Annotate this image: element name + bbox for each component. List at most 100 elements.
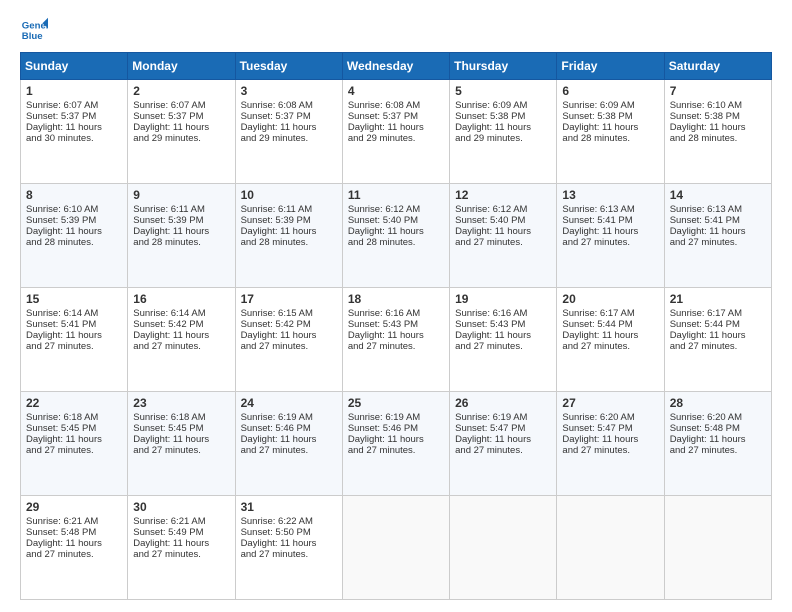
day-number: 25 [348, 396, 444, 410]
day-info-line: Daylight: 11 hours [455, 122, 551, 133]
day-header-friday: Friday [557, 53, 664, 80]
day-info-line: Sunset: 5:48 PM [670, 423, 766, 434]
day-info-line: Sunset: 5:43 PM [348, 319, 444, 330]
day-info-line: Sunrise: 6:19 AM [455, 412, 551, 423]
day-info-line: and 27 minutes. [241, 341, 337, 352]
day-info-line: Sunrise: 6:09 AM [455, 100, 551, 111]
day-info-line: Daylight: 11 hours [562, 434, 658, 445]
day-info-line: Sunset: 5:44 PM [670, 319, 766, 330]
day-info-line: Daylight: 11 hours [348, 434, 444, 445]
calendar-week-4: 22Sunrise: 6:18 AMSunset: 5:45 PMDayligh… [21, 392, 772, 496]
day-number: 24 [241, 396, 337, 410]
calendar-cell: 14Sunrise: 6:13 AMSunset: 5:41 PMDayligh… [664, 184, 771, 288]
calendar-cell: 6Sunrise: 6:09 AMSunset: 5:38 PMDaylight… [557, 80, 664, 184]
calendar-cell: 5Sunrise: 6:09 AMSunset: 5:38 PMDaylight… [450, 80, 557, 184]
day-info-line: Daylight: 11 hours [348, 226, 444, 237]
calendar-cell: 24Sunrise: 6:19 AMSunset: 5:46 PMDayligh… [235, 392, 342, 496]
day-header-thursday: Thursday [450, 53, 557, 80]
day-info-line: Daylight: 11 hours [455, 226, 551, 237]
calendar-cell: 8Sunrise: 6:10 AMSunset: 5:39 PMDaylight… [21, 184, 128, 288]
day-info-line: and 27 minutes. [133, 549, 229, 560]
day-number: 15 [26, 292, 122, 306]
calendar-week-5: 29Sunrise: 6:21 AMSunset: 5:48 PMDayligh… [21, 496, 772, 600]
day-info-line: Sunset: 5:38 PM [562, 111, 658, 122]
day-info-line: Sunset: 5:40 PM [348, 215, 444, 226]
day-number: 16 [133, 292, 229, 306]
day-info-line: Sunset: 5:39 PM [133, 215, 229, 226]
day-info-line: Sunrise: 6:14 AM [26, 308, 122, 319]
calendar-cell: 2Sunrise: 6:07 AMSunset: 5:37 PMDaylight… [128, 80, 235, 184]
day-info-line: Sunrise: 6:22 AM [241, 516, 337, 527]
calendar-week-1: 1Sunrise: 6:07 AMSunset: 5:37 PMDaylight… [21, 80, 772, 184]
header: General Blue [20, 16, 772, 44]
day-number: 6 [562, 84, 658, 98]
day-info-line: Daylight: 11 hours [241, 122, 337, 133]
day-info-line: Daylight: 11 hours [26, 122, 122, 133]
day-info-line: Daylight: 11 hours [26, 434, 122, 445]
day-info-line: Daylight: 11 hours [670, 122, 766, 133]
day-number: 17 [241, 292, 337, 306]
day-number: 30 [133, 500, 229, 514]
day-info-line: Sunrise: 6:11 AM [133, 204, 229, 215]
day-info-line: Sunrise: 6:18 AM [133, 412, 229, 423]
day-number: 21 [670, 292, 766, 306]
day-number: 13 [562, 188, 658, 202]
day-number: 29 [26, 500, 122, 514]
calendar-cell [342, 496, 449, 600]
day-info-line: Sunrise: 6:20 AM [670, 412, 766, 423]
day-info-line: Sunrise: 6:12 AM [348, 204, 444, 215]
day-info-line: Sunrise: 6:11 AM [241, 204, 337, 215]
logo-icon: General Blue [20, 16, 48, 44]
day-number: 20 [562, 292, 658, 306]
calendar-cell: 15Sunrise: 6:14 AMSunset: 5:41 PMDayligh… [21, 288, 128, 392]
day-info-line: Sunrise: 6:08 AM [348, 100, 444, 111]
day-header-saturday: Saturday [664, 53, 771, 80]
day-info-line: Sunset: 5:39 PM [241, 215, 337, 226]
calendar-cell: 21Sunrise: 6:17 AMSunset: 5:44 PMDayligh… [664, 288, 771, 392]
day-info-line: and 27 minutes. [455, 445, 551, 456]
day-info-line: and 27 minutes. [133, 445, 229, 456]
day-info-line: and 27 minutes. [26, 549, 122, 560]
day-info-line: and 27 minutes. [241, 445, 337, 456]
calendar-cell: 16Sunrise: 6:14 AMSunset: 5:42 PMDayligh… [128, 288, 235, 392]
day-info-line: and 27 minutes. [562, 445, 658, 456]
day-info-line: Sunrise: 6:19 AM [348, 412, 444, 423]
day-info-line: Sunset: 5:48 PM [26, 527, 122, 538]
day-info-line: Daylight: 11 hours [26, 330, 122, 341]
day-number: 14 [670, 188, 766, 202]
day-info-line: Sunset: 5:45 PM [133, 423, 229, 434]
calendar-cell: 26Sunrise: 6:19 AMSunset: 5:47 PMDayligh… [450, 392, 557, 496]
day-info-line: Sunset: 5:46 PM [241, 423, 337, 434]
day-info-line: Sunset: 5:38 PM [670, 111, 766, 122]
day-info-line: and 30 minutes. [26, 133, 122, 144]
day-info-line: and 28 minutes. [133, 237, 229, 248]
day-number: 12 [455, 188, 551, 202]
day-number: 19 [455, 292, 551, 306]
day-info-line: and 27 minutes. [562, 341, 658, 352]
day-info-line: Sunrise: 6:16 AM [348, 308, 444, 319]
day-info-line: Sunset: 5:41 PM [670, 215, 766, 226]
day-info-line: and 28 minutes. [241, 237, 337, 248]
day-info-line: and 27 minutes. [455, 341, 551, 352]
day-info-line: and 27 minutes. [670, 237, 766, 248]
day-info-line: and 29 minutes. [133, 133, 229, 144]
day-info-line: and 29 minutes. [241, 133, 337, 144]
day-info-line: and 29 minutes. [348, 133, 444, 144]
calendar-cell: 29Sunrise: 6:21 AMSunset: 5:48 PMDayligh… [21, 496, 128, 600]
day-info-line: Sunset: 5:42 PM [133, 319, 229, 330]
calendar-cell: 13Sunrise: 6:13 AMSunset: 5:41 PMDayligh… [557, 184, 664, 288]
calendar-cell [664, 496, 771, 600]
day-info-line: and 27 minutes. [241, 549, 337, 560]
day-info-line: and 28 minutes. [670, 133, 766, 144]
day-info-line: Sunrise: 6:21 AM [26, 516, 122, 527]
calendar-cell: 17Sunrise: 6:15 AMSunset: 5:42 PMDayligh… [235, 288, 342, 392]
day-info-line: Sunrise: 6:15 AM [241, 308, 337, 319]
day-info-line: Sunset: 5:37 PM [241, 111, 337, 122]
day-info-line: Sunset: 5:42 PM [241, 319, 337, 330]
day-info-line: and 27 minutes. [26, 445, 122, 456]
day-number: 5 [455, 84, 551, 98]
day-info-line: Daylight: 11 hours [26, 226, 122, 237]
day-info-line: Sunset: 5:49 PM [133, 527, 229, 538]
calendar-week-3: 15Sunrise: 6:14 AMSunset: 5:41 PMDayligh… [21, 288, 772, 392]
day-info-line: Sunrise: 6:07 AM [26, 100, 122, 111]
